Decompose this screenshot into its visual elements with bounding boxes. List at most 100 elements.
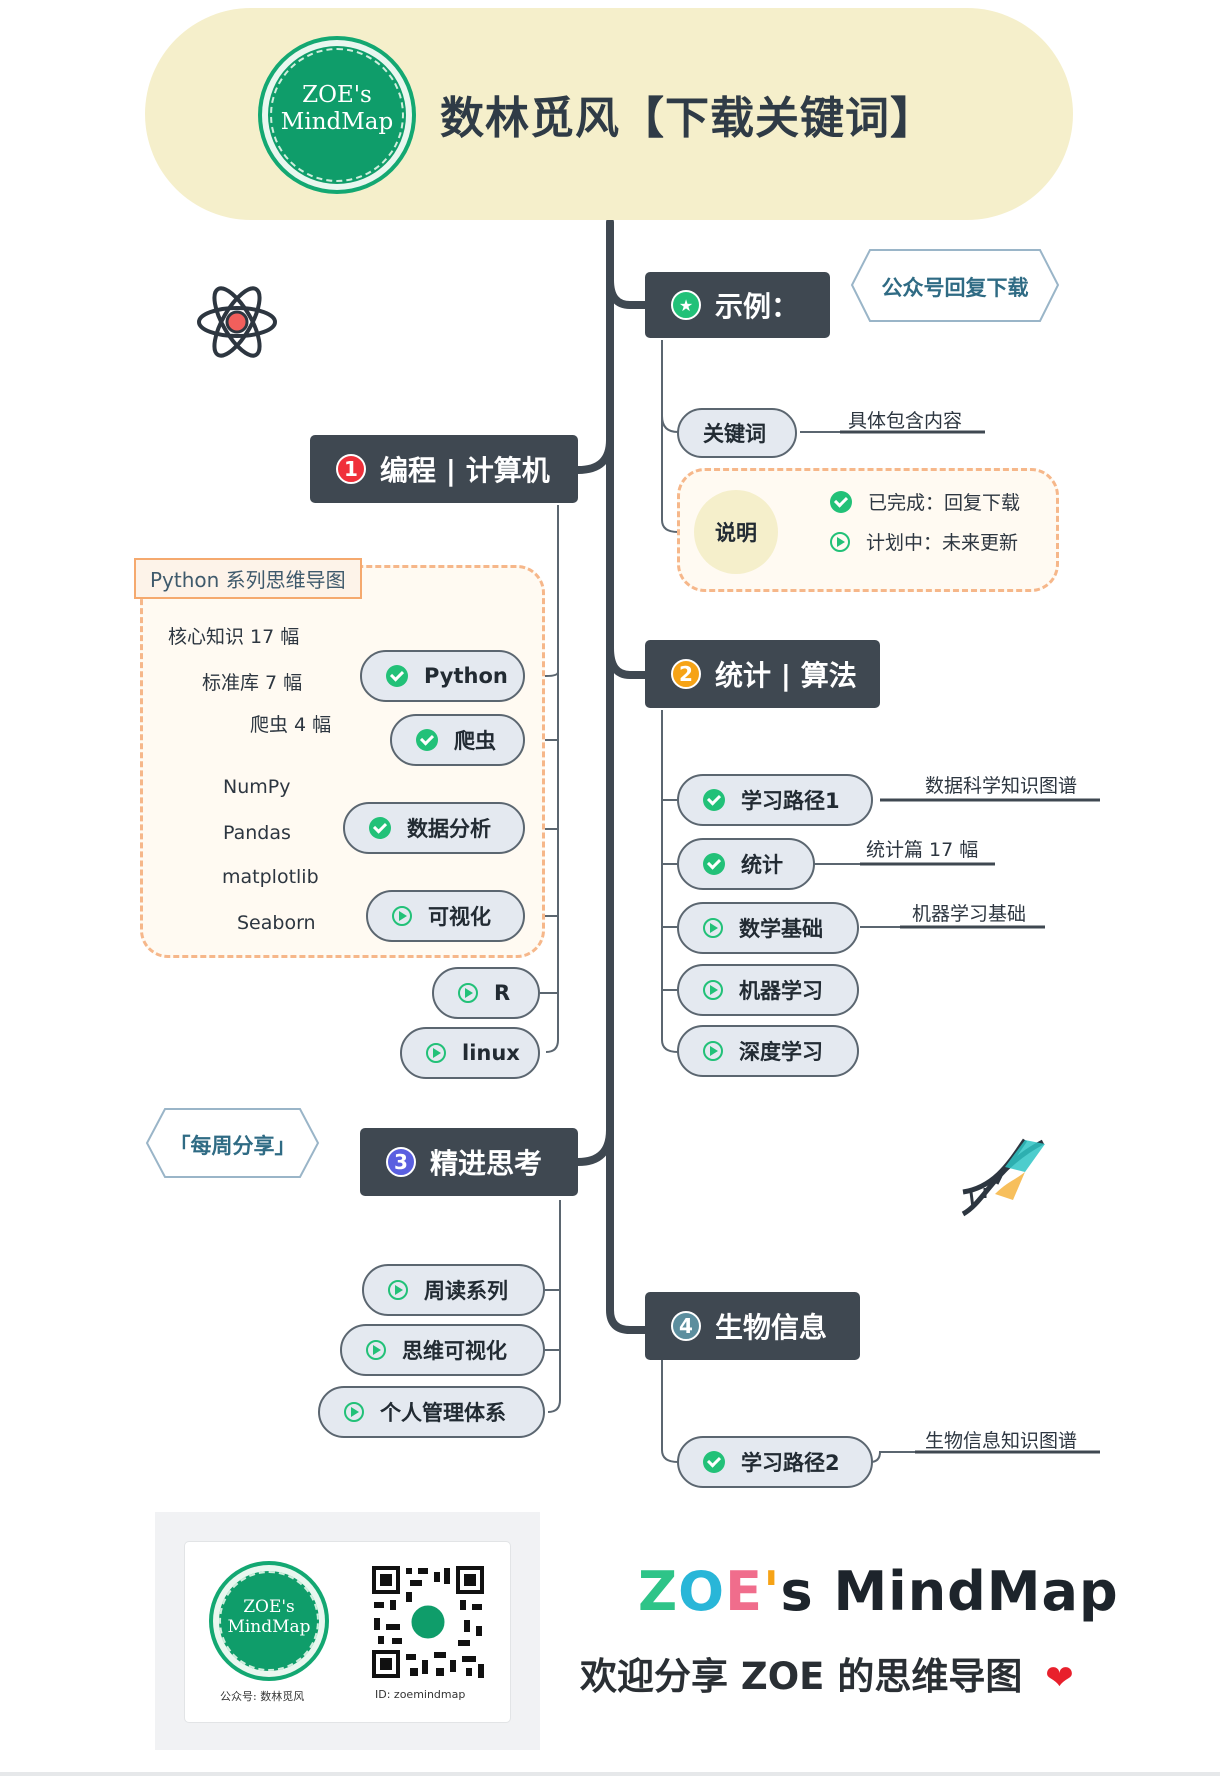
branch2-leaf-stats: 统计篇 17 幅 <box>866 839 979 861</box>
welcome-label: 欢迎分享 ZOE 的思维导图 <box>580 1655 1023 1698</box>
branch3-item-visual[interactable]: 思维可视化 <box>340 1324 545 1376</box>
plan-leaf: 计划中：未来更新 <box>830 528 1018 555</box>
viz-label: 可视化 <box>428 905 491 929</box>
branch3-item-label: 个人管理体系 <box>380 1401 506 1425</box>
play-icon <box>703 980 723 1000</box>
brand-o: O <box>678 1560 726 1623</box>
play-icon <box>388 1280 408 1300</box>
viz-leaf-seaborn: Seaborn <box>237 912 316 934</box>
branch3-node[interactable]: 3 精进思考 <box>360 1128 578 1196</box>
footer-logo-text: ZOE's MindMap <box>213 1597 325 1637</box>
logo-text: ZOE's MindMap <box>262 82 412 136</box>
analysis-leaf-numpy: NumPy <box>223 776 291 798</box>
branch1-number: 1 <box>336 454 366 484</box>
branch4-number: 4 <box>671 1311 701 1341</box>
dna-icon <box>961 1138 1045 1217</box>
branch2-item-label: 学习路径1 <box>741 789 840 813</box>
check-icon <box>386 665 408 687</box>
analysis-label: 数据分析 <box>407 817 491 841</box>
branch3-item-label: 周读系列 <box>424 1279 508 1303</box>
logo-badge: ZOE's MindMap <box>262 40 412 190</box>
play-icon <box>830 531 850 552</box>
analysis-leaf-pandas: Pandas <box>223 822 291 844</box>
branch3-item-reading[interactable]: 周读系列 <box>362 1264 545 1316</box>
qr-code-icon[interactable] <box>370 1564 486 1680</box>
python-label: Python <box>424 664 508 688</box>
branch3-item-management[interactable]: 个人管理体系 <box>318 1386 545 1438</box>
check-icon <box>703 1451 725 1473</box>
python-pill[interactable]: Python <box>360 650 525 702</box>
branch4-title: 生物信息 <box>715 1311 828 1344</box>
play-icon <box>458 983 478 1003</box>
branch2-item-label: 统计 <box>741 853 783 877</box>
branch2-node[interactable]: 2 统计 | 算法 <box>645 640 880 708</box>
branch2-leaf-ds: 数据科学知识图谱 <box>925 775 1078 797</box>
footer-logo-line1: ZOE's <box>243 1597 295 1617</box>
branch2-item-label: 数学基础 <box>739 917 823 941</box>
branch4-node[interactable]: 4 生物信息 <box>645 1292 860 1360</box>
linux-label: linux <box>462 1041 520 1065</box>
atom-icon <box>197 286 277 358</box>
page-title: 数林觅风【下载关键词】 <box>440 93 935 144</box>
keyword-leaf: 具体包含内容 <box>848 410 963 432</box>
note-node[interactable]: 说明 <box>694 490 778 574</box>
reply-download-label: 公众号回复下载 <box>881 276 1029 300</box>
check-icon <box>416 729 438 751</box>
footer-logo-line2: MindMap <box>227 1617 311 1637</box>
brand-rest: s MindMap <box>780 1560 1119 1623</box>
viz-leaf-matplotlib: matplotlib <box>222 866 319 888</box>
spider-leaf: 爬虫 4 幅 <box>250 714 332 736</box>
bottom-divider <box>0 1772 1220 1776</box>
branch1-node[interactable]: 1 编程 | 计算机 <box>310 435 578 503</box>
branch2-item-dl[interactable]: 深度学习 <box>677 1025 859 1077</box>
brand-wordmark: ZOE's MindMap <box>638 1560 1119 1623</box>
star-icon: ★ <box>671 290 701 320</box>
branch3-number: 3 <box>386 1147 416 1177</box>
example-node[interactable]: ★ 示例： <box>645 272 830 338</box>
play-icon <box>703 1041 723 1061</box>
branch2-title: 统计 | 算法 <box>715 659 857 692</box>
r-pill[interactable]: R <box>432 967 540 1019</box>
done-text: 已完成：回复下载 <box>868 492 1021 514</box>
play-icon <box>426 1043 446 1063</box>
footer-id-caption: ID: zoemindmap <box>375 1688 466 1701</box>
branch4-item-label: 学习路径2 <box>741 1451 840 1475</box>
branch4-leaf: 生物信息知识图谱 <box>925 1430 1078 1452</box>
check-icon <box>830 490 852 513</box>
logo-line1: ZOE's <box>302 82 372 108</box>
play-icon <box>344 1402 364 1422</box>
branch2-item-label: 深度学习 <box>739 1040 823 1064</box>
branch2-item-path1[interactable]: 学习路径1 <box>677 774 873 826</box>
branch2-item-math[interactable]: 数学基础 <box>677 902 859 954</box>
branch2-item-label: 机器学习 <box>739 979 823 1003</box>
keyword-pill[interactable]: 关键词 <box>677 408 797 458</box>
footer-logo-badge: ZOE's MindMap <box>213 1565 325 1677</box>
weekly-share-label: 「每周分享」 <box>169 1134 296 1158</box>
branch3-item-label: 思维可视化 <box>402 1339 507 1363</box>
play-icon <box>392 906 412 926</box>
play-icon <box>703 918 723 938</box>
r-label: R <box>494 981 511 1005</box>
branch2-number: 2 <box>671 659 701 689</box>
footer-account-caption: 公众号: 数林觅风 <box>220 1690 305 1703</box>
branch4-item-path2[interactable]: 学习路径2 <box>677 1436 873 1488</box>
welcome-text: 欢迎分享 ZOE 的思维导图 ❤ <box>580 1646 1074 1700</box>
plan-text: 计划中：未来更新 <box>866 532 1019 554</box>
linux-pill[interactable]: linux <box>400 1027 540 1079</box>
branch2-item-stats[interactable]: 统计 <box>677 838 815 890</box>
check-icon <box>703 853 725 875</box>
play-icon <box>366 1340 386 1360</box>
check-icon <box>369 817 391 839</box>
spider-pill[interactable]: 爬虫 <box>390 714 525 766</box>
analysis-pill[interactable]: 数据分析 <box>343 802 525 854</box>
example-title: 示例： <box>715 290 800 323</box>
keyword-label: 关键词 <box>703 422 766 446</box>
python-leaf-core: 核心知识 17 幅 <box>168 626 300 648</box>
viz-pill[interactable]: 可视化 <box>366 890 525 942</box>
branch2-item-ml[interactable]: 机器学习 <box>677 964 859 1016</box>
branch3-title: 精进思考 <box>430 1147 543 1180</box>
branch2-leaf-ml: 机器学习基础 <box>912 903 1027 925</box>
check-icon <box>703 789 725 811</box>
brand-apostrophe: ' <box>762 1560 781 1623</box>
logo-line2: MindMap <box>280 109 394 135</box>
